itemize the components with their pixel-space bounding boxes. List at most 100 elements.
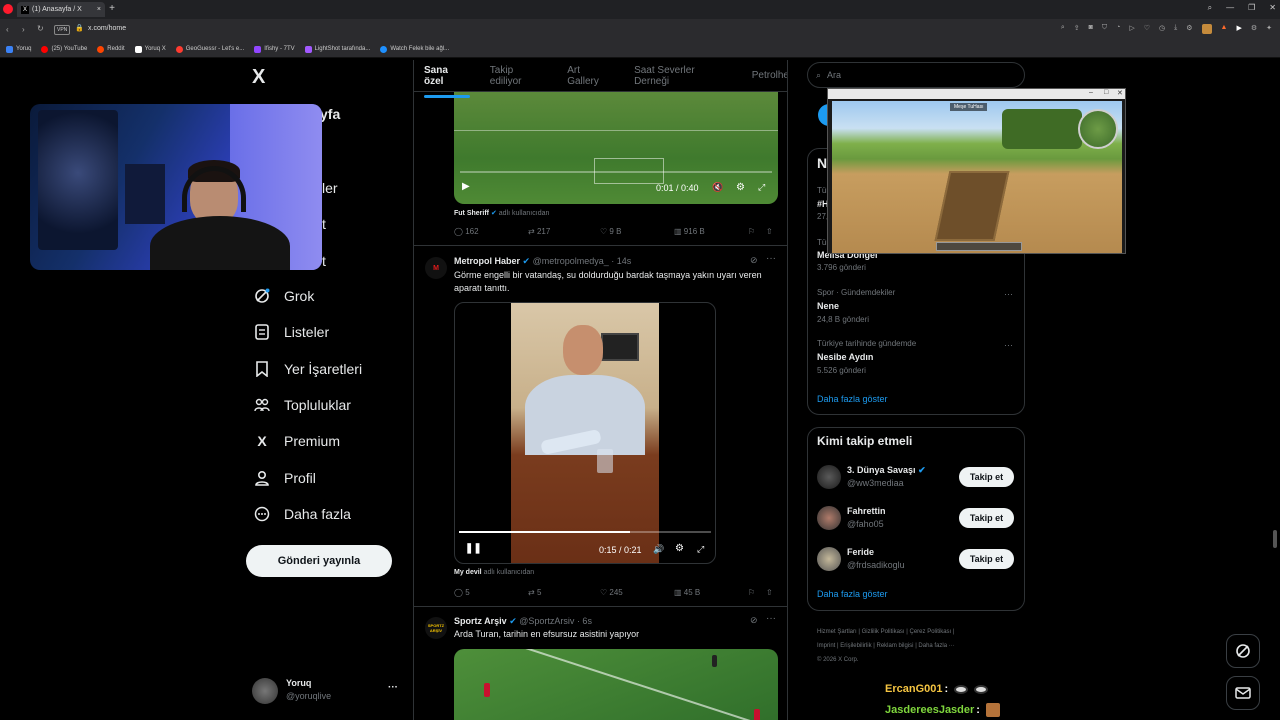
search-input[interactable]: ⌕ Ara bbox=[807, 62, 1025, 88]
camera-icon[interactable]: ◙ bbox=[1089, 24, 1093, 34]
avatar[interactable]: SPORTZ ARŞİV bbox=[425, 617, 447, 639]
post-time[interactable]: · 14s bbox=[611, 256, 631, 266]
grok-floating-button[interactable] bbox=[1226, 634, 1260, 668]
fullscreen-icon[interactable]: ⤢ bbox=[697, 544, 704, 555]
x-logo-icon[interactable]: X bbox=[252, 66, 265, 89]
browser-tab[interactable]: X (1) Anasayfa / X × bbox=[17, 2, 105, 17]
lock-icon[interactable]: 🔒 bbox=[75, 24, 84, 32]
scrollbar[interactable] bbox=[1273, 530, 1277, 548]
footer-link[interactable]: Çerez Politikası bbox=[910, 629, 952, 635]
repost-button[interactable]: ⇄ 217 bbox=[528, 227, 550, 236]
grok-icon[interactable]: ⊘ bbox=[750, 255, 758, 266]
game-hotbar[interactable] bbox=[936, 242, 1022, 251]
bookmark-item[interactable]: Ifishy - 7TV bbox=[254, 45, 295, 53]
nav-item-premium[interactable]: X Premium bbox=[254, 433, 340, 449]
grok-icon[interactable]: ⊘ bbox=[750, 615, 758, 626]
follow-button[interactable]: Takip et bbox=[959, 467, 1014, 487]
video-progress-track[interactable] bbox=[460, 171, 772, 173]
account-more-icon[interactable]: ··· bbox=[388, 682, 398, 693]
new-tab-icon[interactable]: + bbox=[106, 3, 118, 15]
bookmark-item[interactable]: GeoGuessr - Let's e... bbox=[175, 45, 244, 53]
tab-close-icon[interactable]: × bbox=[97, 6, 101, 13]
settings-icon[interactable]: ⚙ bbox=[736, 182, 745, 193]
tab-list[interactable]: Saat Severler Derneği bbox=[634, 65, 732, 87]
post-more-icon[interactable]: ··· bbox=[766, 253, 776, 264]
post-button[interactable]: Gönderi yayınla bbox=[246, 545, 392, 577]
footer-link[interactable]: Erişilebilirlik bbox=[840, 643, 871, 649]
credit-name[interactable]: My devil bbox=[454, 569, 482, 576]
nav-item-more[interactable]: Daha fazla bbox=[254, 506, 351, 522]
play-icon[interactable]: ▷ bbox=[1129, 24, 1134, 34]
share-icon[interactable]: ⇧ bbox=[766, 227, 773, 236]
zoom-icon[interactable]: ⌕ bbox=[1061, 24, 1065, 34]
footer-link[interactable]: Reklam bilgisi bbox=[877, 643, 914, 649]
nav-partial-label[interactable]: ler bbox=[322, 180, 338, 196]
browser-logo-icon[interactable] bbox=[3, 4, 13, 14]
tab-list[interactable]: Petrolhe bbox=[752, 70, 787, 81]
media-play-icon[interactable]: ▶ bbox=[1236, 24, 1241, 34]
footer-link[interactable]: Imprint bbox=[817, 643, 835, 649]
author-handle[interactable]: @metropolmedya_ bbox=[533, 256, 609, 266]
tab-for-you[interactable]: Sana özel bbox=[424, 65, 470, 98]
game-view[interactable]: Meşe TuHası bbox=[832, 101, 1122, 253]
close-window-icon[interactable]: ✕ bbox=[1269, 3, 1276, 13]
maximize-icon[interactable]: □ bbox=[1104, 89, 1108, 96]
reply-button[interactable]: ◯ 162 bbox=[454, 227, 479, 236]
shield-icon[interactable]: ⛉ bbox=[1102, 24, 1107, 34]
profile-avatar-icon[interactable] bbox=[1201, 24, 1212, 34]
download-icon[interactable]: ⤓ bbox=[1174, 24, 1177, 34]
bookmark-item[interactable]: (25) YouTube bbox=[41, 45, 87, 53]
back-icon[interactable]: ‹ bbox=[6, 25, 9, 34]
fullscreen-icon[interactable]: ⤢ bbox=[758, 182, 765, 193]
pause-icon[interactable]: ❚❚ bbox=[465, 543, 482, 554]
settings-icon[interactable]: ⚙ bbox=[1251, 24, 1257, 34]
mute-icon[interactable]: 🔇 bbox=[712, 182, 723, 193]
author-name[interactable]: Metropol Haber bbox=[454, 256, 520, 266]
forward-icon[interactable]: › bbox=[22, 25, 25, 34]
author-name[interactable]: Sportz Arşiv bbox=[454, 616, 507, 626]
trend-item[interactable]: Türkiye tarihinde gündemde Nesibe Aydın … bbox=[808, 339, 1024, 379]
tab-list[interactable]: Art Gallery bbox=[567, 65, 614, 87]
close-window-icon[interactable]: ✕ bbox=[1117, 89, 1123, 97]
bookmark-item[interactable]: Reddit bbox=[97, 45, 125, 53]
ai-icon[interactable]: ✦ bbox=[1266, 24, 1272, 34]
brave-lion-icon[interactable]: ▲ bbox=[1221, 24, 1228, 34]
heart-icon[interactable]: ♡ bbox=[1144, 24, 1150, 34]
follow-suggestion[interactable]: Feride @frdsadikoglu Takip et bbox=[808, 544, 1024, 576]
nav-partial-label[interactable]: t bbox=[322, 216, 326, 232]
footer-link[interactable]: Daha fazla ··· bbox=[918, 643, 954, 649]
follow-show-more[interactable]: Daha fazla göster bbox=[817, 589, 888, 599]
nav-item-bookmarks[interactable]: Yer İşaretleri bbox=[254, 361, 362, 377]
bookmark-item[interactable]: Watch Felek bile ağl... bbox=[380, 45, 449, 53]
share-icon[interactable]: ⇪ bbox=[1074, 24, 1080, 34]
game-window[interactable]: – □ ✕ Meşe TuHası bbox=[827, 88, 1126, 254]
post-video[interactable]: ▶ 0:01 / 0:40 🔇 ⚙ ⤢ bbox=[454, 90, 778, 204]
nav-item-grok[interactable]: Grok bbox=[254, 288, 314, 304]
nav-partial-label[interactable]: t bbox=[322, 253, 326, 269]
bookmark-item[interactable]: LightShot tarafında... bbox=[304, 45, 370, 53]
nav-item-lists[interactable]: Listeler bbox=[254, 324, 329, 340]
trend-more-icon[interactable]: ··· bbox=[1004, 289, 1013, 299]
follow-suggestion[interactable]: Fahrettin @faho05 Takip et bbox=[808, 503, 1024, 535]
history-icon[interactable]: ◷ bbox=[1159, 24, 1165, 34]
avatar[interactable]: M bbox=[425, 257, 447, 279]
trends-show-more[interactable]: Daha fazla göster bbox=[817, 394, 888, 404]
nav-item-profile[interactable]: Profil bbox=[254, 470, 316, 486]
post-video[interactable] bbox=[454, 649, 778, 720]
trend-item[interactable]: Spor · Gündemdekiler Nene 24,8 B gönderi… bbox=[808, 287, 1024, 327]
settings-icon[interactable]: ⚙ bbox=[675, 543, 684, 554]
extensions-icon[interactable]: ⚙ bbox=[1186, 24, 1192, 34]
like-button[interactable]: ♡ 245 bbox=[600, 588, 623, 597]
reply-button[interactable]: ◯ 5 bbox=[454, 588, 470, 597]
account-switcher[interactable]: Yoruq @yoruqlive ··· bbox=[252, 676, 402, 706]
maximize-icon[interactable]: ❐ bbox=[1248, 3, 1255, 13]
nav-home-partial[interactable]: yfa bbox=[320, 106, 340, 122]
follow-suggestion[interactable]: 3. Dünya Savaşı ✔ @ww3mediaa Takip et bbox=[808, 462, 1024, 494]
views-button[interactable]: ▥ 45 B bbox=[674, 588, 700, 597]
author-handle[interactable]: @SportzArsiv bbox=[519, 616, 574, 626]
post-time[interactable]: · 6s bbox=[577, 616, 592, 626]
trend-more-icon[interactable]: ··· bbox=[1004, 340, 1013, 350]
tab-following[interactable]: Takip ediliyor bbox=[490, 65, 547, 87]
views-button[interactable]: ▥ 916 B bbox=[674, 227, 705, 236]
follow-button[interactable]: Takip et bbox=[959, 508, 1014, 528]
